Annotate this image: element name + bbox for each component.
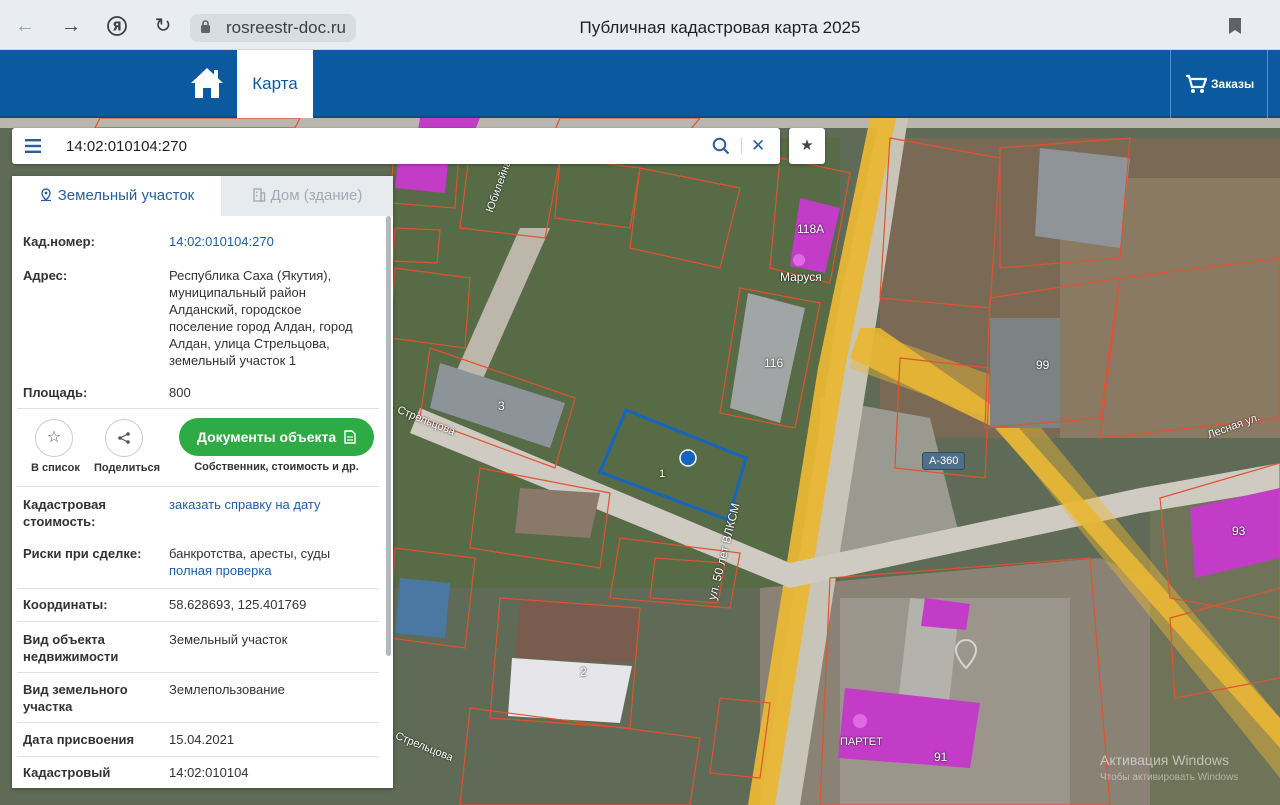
svg-text:Я: Я bbox=[112, 20, 121, 34]
windows-activation-watermark: Активация Windows bbox=[1100, 752, 1230, 768]
object-type-value: Земельный участок bbox=[169, 632, 288, 647]
date-value: 15.04.2021 bbox=[169, 732, 235, 747]
cad-number-label: Кад.номер: bbox=[23, 234, 95, 249]
object-type-label: Вид объекта недвижимости bbox=[23, 632, 119, 664]
cad-value-order-link[interactable]: заказать справку на дату bbox=[169, 496, 369, 513]
divider bbox=[17, 621, 379, 622]
quarter-value: 14:02:010104 bbox=[169, 765, 249, 780]
date-label: Дата присвоения bbox=[23, 732, 135, 747]
area-value: 800 bbox=[169, 385, 191, 400]
cad-value-label: Кадастровая стоимость: bbox=[23, 497, 106, 529]
divider bbox=[17, 672, 379, 673]
address-value: Республика Саха (Якутия), муниципальный … bbox=[169, 268, 353, 368]
divider bbox=[17, 486, 379, 487]
page-title: Публичная кадастровая карта 2025 bbox=[579, 18, 861, 37]
land-type-value: Землепользование bbox=[169, 682, 285, 697]
search-icon[interactable] bbox=[712, 137, 730, 155]
site-header: Карта Заказы bbox=[0, 50, 1280, 118]
area-label: Площадь: bbox=[23, 385, 88, 400]
map-tab[interactable]: Карта bbox=[237, 50, 313, 118]
address-label: Адрес: bbox=[23, 268, 68, 283]
orders-label: Заказы bbox=[1211, 77, 1255, 91]
map-label-118a: 118А bbox=[797, 222, 825, 236]
favorites-star-icon[interactable]: ★ bbox=[789, 128, 825, 164]
object-documents-button[interactable]: Документы объекта bbox=[179, 418, 374, 456]
map-label-plot-1: 1 bbox=[659, 468, 666, 480]
divider bbox=[17, 722, 379, 723]
tab-building-label: Дом (здание) bbox=[270, 187, 363, 204]
panel-scrollbar[interactable] bbox=[386, 216, 391, 656]
coords-label: Координаты: bbox=[23, 597, 108, 612]
quarter-label: Кадастровый bbox=[23, 765, 111, 780]
object-info-panel: Земельный участок Дом (здание) Кад.номер… bbox=[12, 176, 393, 788]
add-to-list-caption: В список bbox=[31, 462, 80, 474]
browser-toolbar: ← → Я ↻ rosreestr-doc.ru Публичная кадас… bbox=[0, 0, 1280, 50]
map-label-2: 2 bbox=[580, 665, 587, 679]
docs-button-label: Документы объекта bbox=[196, 429, 337, 445]
search-input[interactable] bbox=[66, 134, 686, 158]
tab-land-label: Земельный участок bbox=[57, 187, 195, 204]
map-label-116: 116 bbox=[764, 356, 784, 370]
bookmark-icon[interactable] bbox=[1228, 17, 1242, 35]
map-label-3: 3 bbox=[498, 399, 505, 413]
divider bbox=[17, 588, 379, 589]
coords-value: 58.628693, 125.401769 bbox=[169, 597, 307, 612]
home-icon[interactable] bbox=[189, 66, 225, 100]
full-check-link[interactable]: полная проверка bbox=[169, 562, 369, 579]
risks-label: Риски при сделке: bbox=[23, 546, 142, 561]
tab-land-plot[interactable]: Земельный участок bbox=[12, 176, 221, 216]
tab-building[interactable]: Дом (здание) bbox=[221, 176, 393, 216]
panel-tabs: Земельный участок Дом (здание) bbox=[12, 176, 393, 216]
divider bbox=[17, 756, 379, 757]
lock-icon bbox=[201, 20, 210, 33]
search-bar: ✕ bbox=[12, 128, 780, 164]
clear-icon[interactable]: ✕ bbox=[751, 137, 765, 154]
star-outline-icon: ☆ bbox=[46, 429, 62, 446]
orders-button[interactable]: Заказы bbox=[1170, 50, 1268, 118]
share-button[interactable] bbox=[105, 419, 143, 457]
share-icon bbox=[118, 432, 130, 444]
hamburger-menu-icon[interactable] bbox=[25, 139, 41, 153]
windows-activation-sub: Чтобы активировать Windows bbox=[1100, 772, 1239, 783]
risks-value: банкротства, аресты, суды bbox=[169, 546, 331, 561]
yandex-logo-icon[interactable]: Я bbox=[104, 13, 130, 39]
land-type-label: Вид земельного участка bbox=[23, 682, 128, 714]
cad-number-link[interactable]: 14:02:010104:270 bbox=[169, 233, 369, 250]
url-text[interactable]: rosreestr-doc.ru bbox=[226, 18, 346, 38]
map-label-99: 99 bbox=[1036, 358, 1050, 372]
divider bbox=[17, 408, 379, 409]
building-icon bbox=[252, 188, 265, 202]
docs-caption: Собственник, стоимость и др. bbox=[194, 461, 359, 473]
map-label-91: 91 bbox=[934, 750, 948, 764]
map-label-93: 93 bbox=[1232, 524, 1246, 538]
map-label-marusya: Маруся bbox=[780, 270, 822, 284]
add-to-list-button[interactable]: ☆ bbox=[35, 419, 73, 457]
document-icon bbox=[344, 430, 356, 444]
map-label-partet: ПАРТЕТ bbox=[840, 736, 883, 748]
location-pin-icon bbox=[40, 188, 51, 202]
search-separator bbox=[741, 138, 742, 154]
back-arrow-icon[interactable]: ← bbox=[12, 13, 38, 39]
reload-icon[interactable]: ↻ bbox=[150, 13, 176, 39]
share-caption: Поделиться bbox=[94, 462, 161, 474]
road-badge-a360: А-360 bbox=[922, 452, 966, 470]
cart-icon bbox=[1186, 74, 1207, 93]
forward-arrow-icon[interactable]: → bbox=[58, 13, 84, 39]
